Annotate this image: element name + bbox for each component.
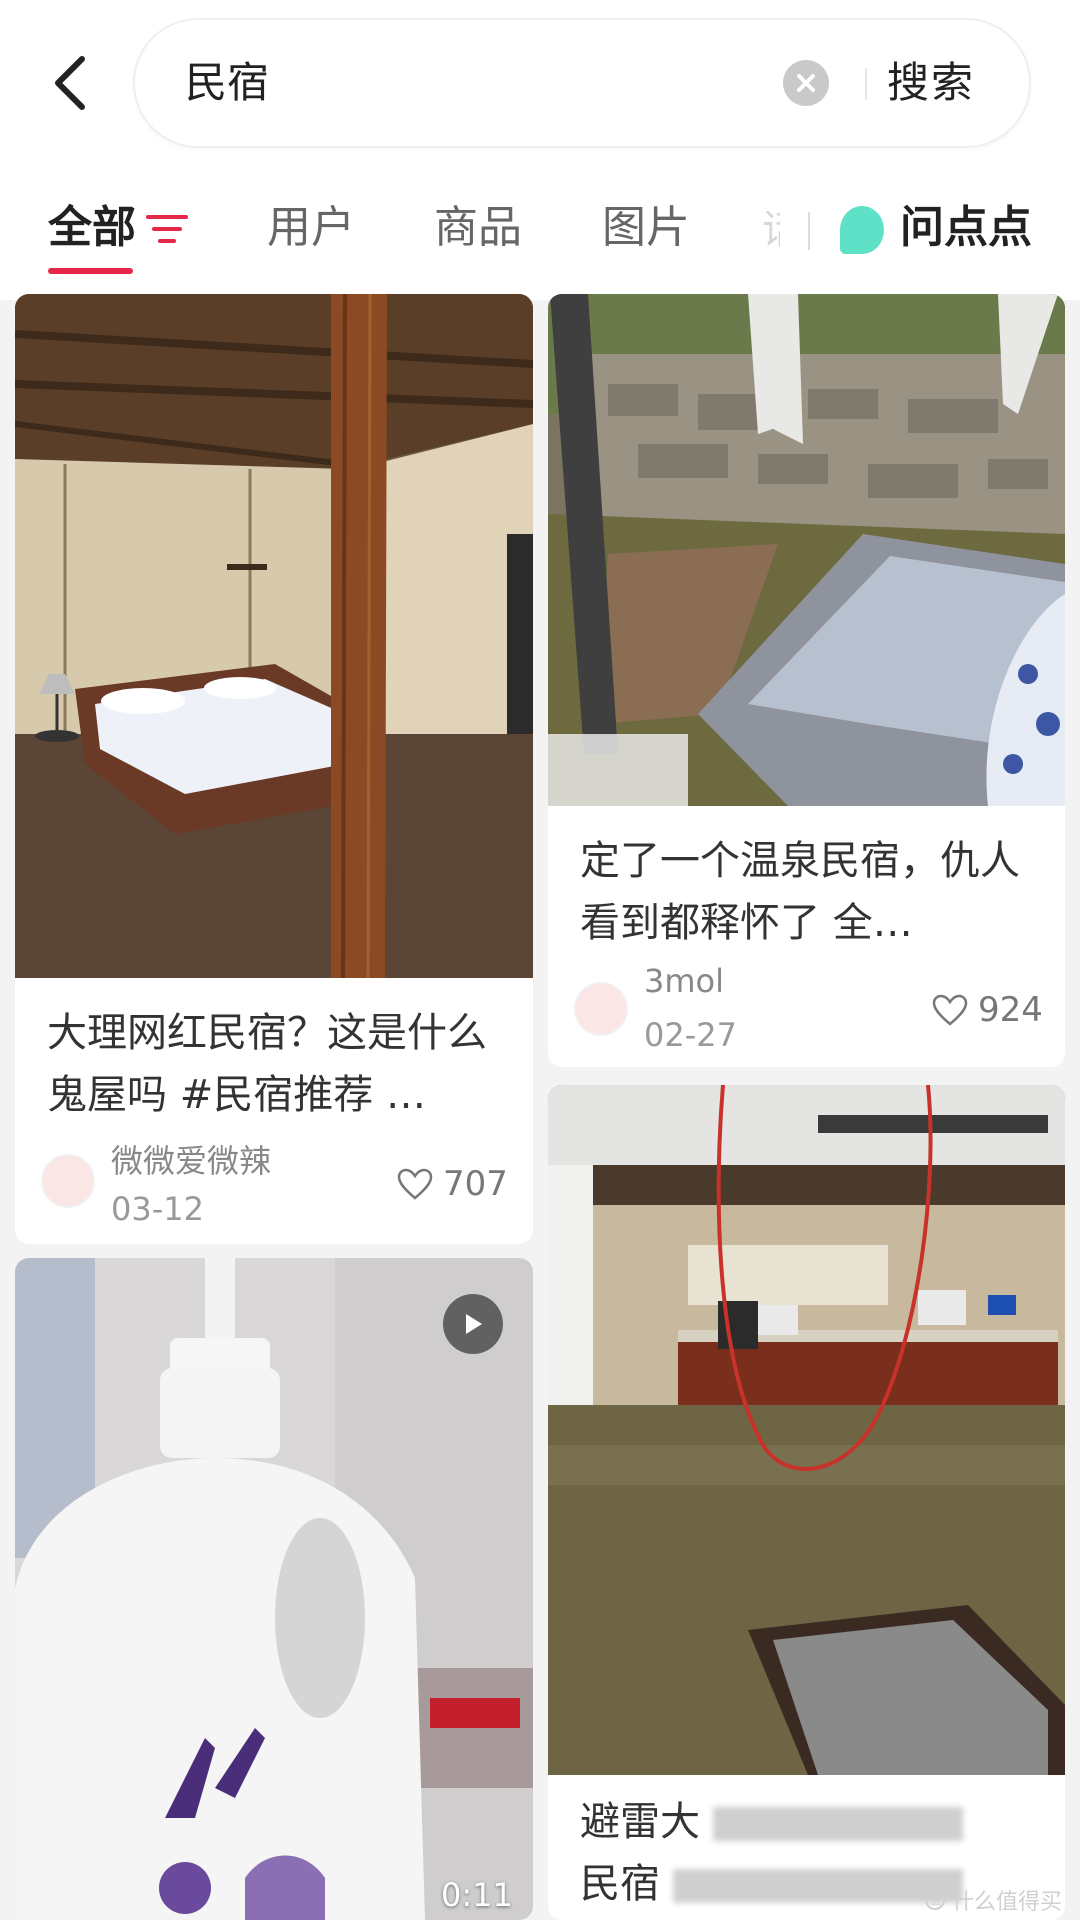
play-icon bbox=[466, 1314, 482, 1334]
divider bbox=[865, 68, 867, 100]
flooded-lobby-photo bbox=[548, 1085, 1065, 1775]
note-card[interactable]: 大理网红民宿？这是什么鬼屋吗 #民宿推荐 … 微微爱微辣 03-12 707 bbox=[15, 294, 533, 1244]
tab-faded-label: 话 bbox=[762, 208, 780, 252]
note-title-line1: 避雷大 bbox=[580, 1799, 700, 1845]
back-button[interactable] bbox=[40, 48, 100, 118]
svg-text:值: 值 bbox=[930, 1894, 941, 1907]
post-date: 03-12 bbox=[111, 1190, 204, 1228]
like-button[interactable]: 707 bbox=[397, 1164, 508, 1204]
clear-search-button[interactable] bbox=[783, 60, 829, 106]
note-title[interactable]: 定了一个温泉民宿，仇人看到都释怀了 全… bbox=[580, 830, 1033, 954]
close-icon bbox=[797, 74, 815, 92]
avatar[interactable] bbox=[41, 1154, 95, 1208]
filter-icon[interactable] bbox=[146, 212, 188, 246]
tab-users[interactable]: 用户 bbox=[267, 198, 355, 258]
search-button[interactable]: 搜索 bbox=[887, 20, 975, 146]
active-tab-indicator bbox=[48, 268, 133, 274]
like-button[interactable]: 924 bbox=[932, 990, 1043, 1030]
play-button[interactable] bbox=[443, 1294, 503, 1354]
note-title[interactable]: 大理网红民宿？这是什么鬼屋吗 #民宿推荐 … bbox=[47, 1002, 501, 1126]
video-duration: 0:11 bbox=[441, 1876, 513, 1914]
result-tabs: 全部 用户 商品 图片 话 问点点 bbox=[0, 190, 1080, 280]
author-name[interactable]: 3mol bbox=[644, 962, 724, 1000]
watermark-text: 什么值得买 bbox=[951, 1890, 1062, 1915]
tab-all[interactable]: 全部 bbox=[48, 198, 136, 258]
note-card[interactable]: 避雷大 民宿 bbox=[548, 1085, 1065, 1920]
heart-icon bbox=[932, 994, 968, 1026]
tab-products[interactable]: 商品 bbox=[434, 198, 522, 258]
avatar[interactable] bbox=[574, 982, 628, 1036]
tab-assistant[interactable]: 问点点 bbox=[900, 198, 1032, 258]
author-name[interactable]: 微微爱微辣 bbox=[111, 1136, 271, 1182]
watermark-logo-icon: 值 bbox=[924, 1890, 945, 1910]
heart-icon bbox=[397, 1168, 433, 1200]
search-box[interactable]: 民宿 搜索 bbox=[133, 18, 1031, 148]
tab-separator bbox=[808, 212, 810, 250]
bedroom-photo bbox=[15, 294, 533, 978]
blurred-text bbox=[712, 1807, 963, 1841]
blurred-text bbox=[672, 1869, 963, 1903]
top-bar: 民宿 搜索 全部 用户 商品 图片 话 问点点 bbox=[0, 0, 1080, 300]
like-count: 924 bbox=[978, 990, 1043, 1030]
video-thumbnail bbox=[15, 1258, 533, 1920]
tab-images[interactable]: 图片 bbox=[602, 198, 690, 258]
watermark: 值 什么值得买 bbox=[924, 1884, 1062, 1916]
video-card[interactable]: 0:11 bbox=[15, 1258, 533, 1920]
post-date: 02-27 bbox=[644, 1016, 737, 1054]
like-count: 707 bbox=[443, 1164, 508, 1204]
note-card[interactable]: 定了一个温泉民宿，仇人看到都释怀了 全… 3mol 02-27 924 bbox=[548, 294, 1065, 1067]
hot-spring-photo bbox=[548, 294, 1065, 806]
search-input[interactable]: 民宿 bbox=[185, 20, 269, 146]
note-title-line2: 民宿 bbox=[580, 1861, 660, 1907]
assistant-icon[interactable] bbox=[840, 206, 884, 254]
chevron-left-icon bbox=[55, 56, 85, 110]
